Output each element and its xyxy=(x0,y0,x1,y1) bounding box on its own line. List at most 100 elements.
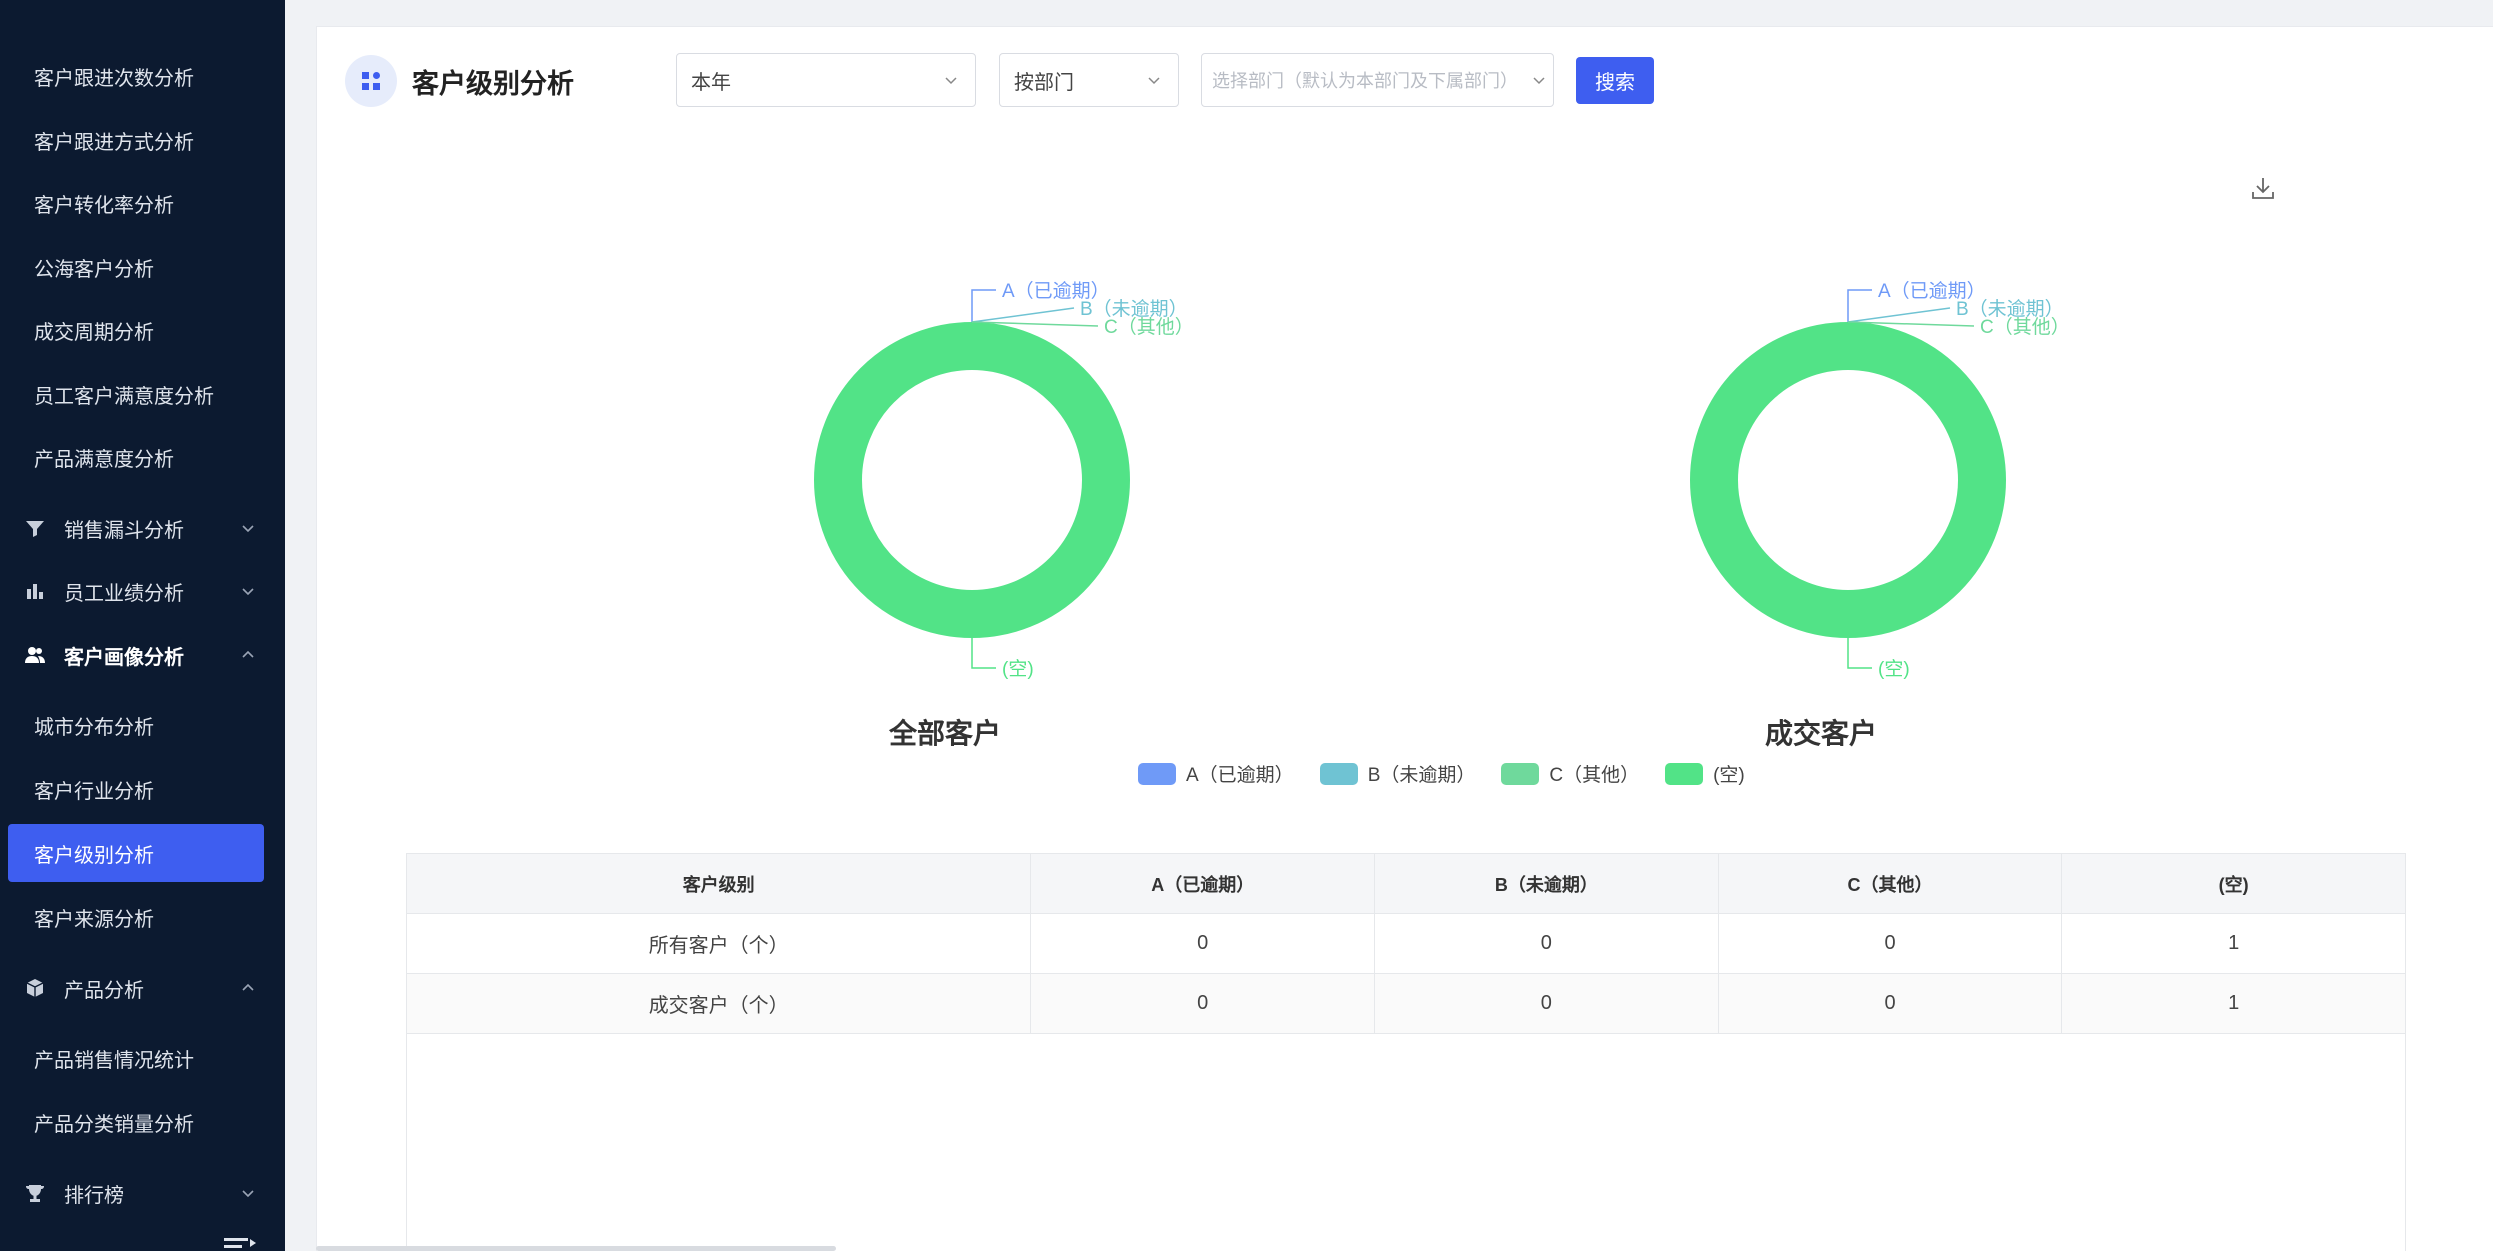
table-header-row: 客户级别 A（已逾期） B（未逾期） C（其他） (空) xyxy=(407,854,2405,914)
bar-chart-icon xyxy=(24,580,46,602)
legend-item-a[interactable]: A（已逾期） xyxy=(1138,760,1294,787)
cube-icon xyxy=(24,977,46,999)
sidebar-item-product-category-sales[interactable]: 产品分类销量分析 xyxy=(0,1094,285,1150)
legend-item-c[interactable]: C（其他） xyxy=(1501,760,1639,787)
collapse-menu-icon[interactable] xyxy=(222,1236,258,1250)
sidebar-group-label: 员工业绩分析 xyxy=(64,582,184,605)
table-cell: 0 xyxy=(1719,974,2063,1033)
sidebar-group-sales-funnel[interactable]: 销售漏斗分析 xyxy=(0,500,285,556)
sidebar-item-public-customers[interactable]: 公海客户分析 xyxy=(0,239,285,295)
table-cell: 0 xyxy=(1031,914,1376,973)
download-icon[interactable] xyxy=(2250,175,2276,201)
sidebar-group-employee-performance[interactable]: 员工业绩分析 xyxy=(0,563,285,619)
slice-label: C（其他） xyxy=(1980,316,2070,338)
sidebar-item-customer-industry[interactable]: 客户行业分析 xyxy=(0,761,285,817)
scope-select[interactable]: 按部门 xyxy=(999,53,1179,107)
sidebar-group-label: 客户画像分析 xyxy=(64,646,184,669)
table-cell: 0 xyxy=(1375,914,1719,973)
table-header-cell: (空) xyxy=(2218,874,2249,895)
page-title: 客户级别分析 xyxy=(412,69,574,99)
sidebar-item-label: 客户行业分析 xyxy=(34,780,154,803)
search-button[interactable]: 搜索 xyxy=(1576,57,1654,104)
chevron-up-icon xyxy=(242,983,254,991)
table-header-cell: B（未逾期） xyxy=(1375,854,1719,913)
sidebar-group-label: 销售漏斗分析 xyxy=(64,519,184,542)
table-cell: 0 xyxy=(1031,974,1376,1033)
sidebar-item-follow-method[interactable]: 客户跟进方式分析 xyxy=(0,112,285,168)
sidebar-group-rankings[interactable]: 排行榜 xyxy=(0,1165,285,1221)
donut-slice[interactable] xyxy=(814,322,1130,638)
table-header-cell: 客户级别 xyxy=(407,854,1032,913)
sidebar-item-label: 成交周期分析 xyxy=(34,321,154,344)
donut-charts: A（已逾期）B（未逾期）C（其他）(空)全部客户A（已逾期）B（未逾期）C（其他… xyxy=(814,280,2070,749)
label-leader-line xyxy=(971,638,996,669)
sidebar-item-label: 客户转化率分析 xyxy=(34,194,174,217)
legend-swatch xyxy=(1138,762,1176,785)
sidebar-item-label: 客户跟进次数分析 xyxy=(34,67,194,90)
sidebar-item-customer-source[interactable]: 客户来源分析 xyxy=(0,889,285,945)
table-cell: 1 xyxy=(2228,992,2240,1014)
legend-item-b[interactable]: B（未逾期） xyxy=(1319,760,1476,787)
chart-title: 全部客户 xyxy=(888,717,1001,749)
legend-label: A（已逾期） xyxy=(1186,765,1294,786)
sidebar-item-customer-level[interactable]: 客户级别分析 xyxy=(8,824,264,882)
chevron-down-icon xyxy=(1533,77,1545,85)
sidebar-item-follow-count[interactable]: 客户跟进次数分析 xyxy=(0,48,285,104)
label-leader-line xyxy=(971,289,996,322)
chevron-down-icon xyxy=(242,525,254,533)
sidebar-item-label: 产品销售情况统计 xyxy=(34,1049,194,1072)
table-header-cell: C（其他） xyxy=(1719,854,2063,913)
table-row: 所有客户（个） 0 0 0 1 xyxy=(407,914,2405,974)
period-select-value: 本年 xyxy=(691,71,731,94)
label-leader-line xyxy=(1847,307,1951,323)
table-cell: 0 xyxy=(1375,974,1719,1033)
period-select[interactable]: 本年 xyxy=(676,53,976,107)
legend-label: B（未逾期） xyxy=(1367,765,1476,786)
sidebar-item-label: 客户来源分析 xyxy=(34,908,154,931)
sidebar-item-city-distribution[interactable]: 城市分布分析 xyxy=(0,697,285,753)
chevron-up-icon xyxy=(242,650,254,658)
legend-label: C（其他） xyxy=(1549,765,1640,786)
chevron-down-icon xyxy=(945,77,957,85)
department-select[interactable]: 选择部门（默认为本部门及下属部门） xyxy=(1201,53,1554,107)
users-icon xyxy=(24,644,46,666)
sidebar-item-label: 客户级别分析 xyxy=(34,844,154,867)
label-leader-line xyxy=(971,307,1075,323)
legend-item-empty[interactable]: (空) xyxy=(1665,760,1745,787)
trophy-icon xyxy=(24,1182,46,1204)
sidebar-item-label: 公海客户分析 xyxy=(34,258,154,281)
legend-swatch xyxy=(1665,762,1704,785)
chart-title: 成交客户 xyxy=(1765,717,1877,749)
sidebar-item-label: 产品满意度分析 xyxy=(34,448,174,471)
sidebar-item-label: 员工客户满意度分析 xyxy=(34,385,214,408)
sidebar-item-conversion-rate[interactable]: 客户转化率分析 xyxy=(0,175,285,231)
sidebar-group-label: 排行榜 xyxy=(64,1184,124,1207)
sidebar-item-product-sales[interactable]: 产品销售情况统计 xyxy=(0,1030,285,1086)
chevron-down-icon xyxy=(242,588,254,596)
level-table: 客户级别 A（已逾期） B（未逾期） C（其他） (空) 所有客户（个） 0 0… xyxy=(406,853,2406,1251)
table-header-cell: A（已逾期） xyxy=(1031,854,1376,913)
chart-legend: A（已逾期） B（未逾期） C（其他） (空) xyxy=(1138,760,1771,787)
legend-swatch xyxy=(1501,762,1540,785)
chevron-down-icon xyxy=(242,1190,254,1198)
table-cell: 所有客户（个） xyxy=(407,914,1032,973)
legend-swatch xyxy=(1319,762,1358,785)
grid-icon xyxy=(345,55,397,107)
sidebar-item-label: 客户跟进方式分析 xyxy=(34,131,194,154)
sidebar-group-label: 产品分析 xyxy=(64,979,144,1002)
sidebar-item-employee-satisfaction[interactable]: 员工客户满意度分析 xyxy=(0,366,285,422)
scope-select-value: 按部门 xyxy=(1014,71,1074,94)
sidebar-group-customer-portrait[interactable]: 客户画像分析 xyxy=(0,627,285,683)
table-cell: 0 xyxy=(1719,914,2063,973)
sidebar-item-label: 产品分类销量分析 xyxy=(34,1113,194,1136)
table-cell: 1 xyxy=(2228,932,2240,954)
sidebar-item-product-satisfaction[interactable]: 产品满意度分析 xyxy=(0,429,285,485)
donut-slice[interactable] xyxy=(1690,322,2006,638)
horizontal-scrollbar[interactable] xyxy=(316,1246,836,1251)
sidebar-group-product-analysis[interactable]: 产品分析 xyxy=(0,960,285,1016)
department-select-placeholder: 选择部门（默认为本部门及下属部门） xyxy=(1212,71,1518,91)
sidebar-item-deal-cycle[interactable]: 成交周期分析 xyxy=(0,302,285,358)
slice-label: C（其他） xyxy=(1104,316,1194,338)
slice-label: (空) xyxy=(1878,658,1910,680)
label-leader-line xyxy=(1847,638,1872,669)
